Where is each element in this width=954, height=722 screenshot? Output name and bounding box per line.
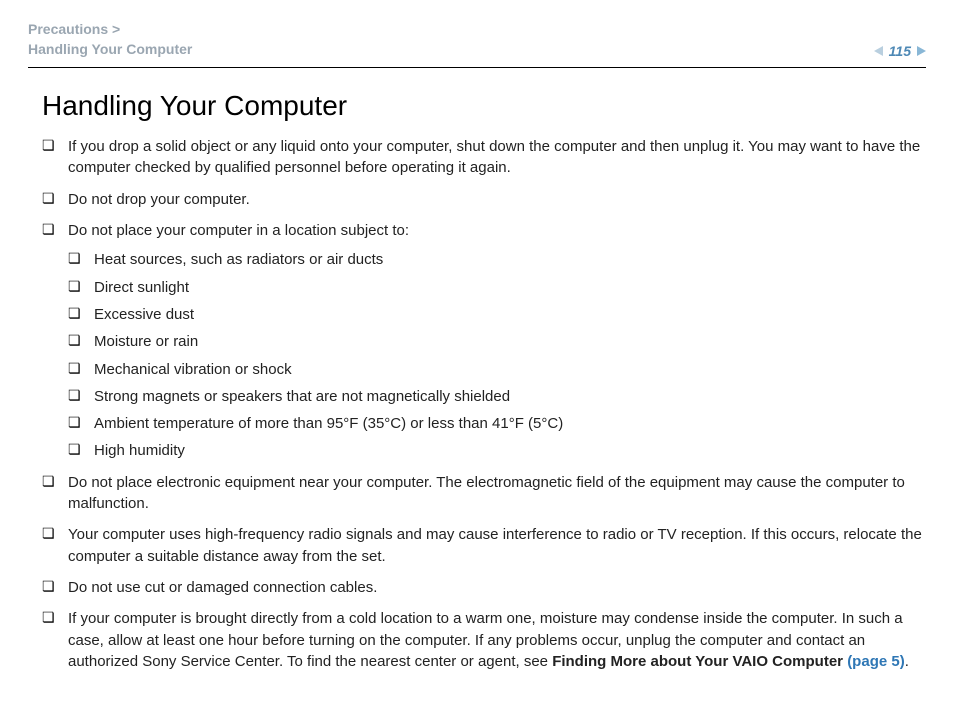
- page-link[interactable]: (page 5): [847, 653, 905, 670]
- list-item-text-post: .: [905, 653, 909, 670]
- list-item: Do not place your computer in a location…: [42, 220, 926, 462]
- list-item: Strong magnets or speakers that are not …: [68, 386, 926, 407]
- prev-page-icon[interactable]: [874, 46, 883, 56]
- list-item: Heat sources, such as radiators or air d…: [68, 249, 926, 270]
- next-page-icon[interactable]: [917, 46, 926, 56]
- list-item-strong: Finding More about Your VAIO Computer: [552, 653, 847, 670]
- page-number: 115: [889, 43, 911, 59]
- page-nav: 115: [874, 43, 926, 59]
- page-header: Precautions > Handling Your Computer 115: [28, 20, 926, 68]
- list-item: Moisture or rain: [68, 331, 926, 352]
- list-item: If you drop a solid object or any liquid…: [42, 136, 926, 179]
- list-item: Excessive dust: [68, 304, 926, 325]
- list-item: High humidity: [68, 440, 926, 461]
- list-item: Ambient temperature of more than 95°F (3…: [68, 413, 926, 434]
- list-item-text: Do not place your computer in a location…: [68, 222, 409, 239]
- list-item: Do not drop your computer.: [42, 189, 926, 210]
- content-body: Handling Your Computer If you drop a sol…: [28, 90, 926, 672]
- bullet-list: If you drop a solid object or any liquid…: [42, 136, 926, 672]
- list-item: Direct sunlight: [68, 277, 926, 298]
- list-item: Mechanical vibration or shock: [68, 359, 926, 380]
- breadcrumb: Precautions > Handling Your Computer: [28, 20, 192, 59]
- list-item: Do not use cut or damaged connection cab…: [42, 577, 926, 598]
- list-item: Do not place electronic equipment near y…: [42, 472, 926, 515]
- sub-bullet-list: Heat sources, such as radiators or air d…: [68, 249, 926, 461]
- breadcrumb-line1: Precautions >: [28, 21, 120, 37]
- page-title: Handling Your Computer: [42, 90, 926, 122]
- list-item: If your computer is brought directly fro…: [42, 608, 926, 672]
- page-container: Precautions > Handling Your Computer 115…: [0, 0, 954, 722]
- list-item: Your computer uses high-frequency radio …: [42, 524, 926, 567]
- breadcrumb-line2: Handling Your Computer: [28, 41, 192, 57]
